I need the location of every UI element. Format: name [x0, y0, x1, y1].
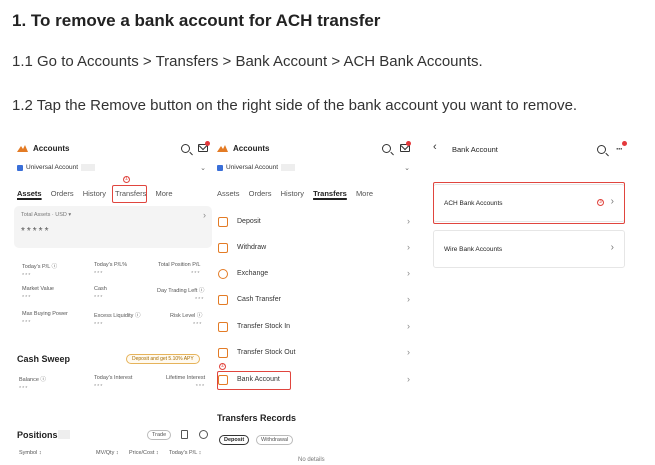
- app-header: ‹ Bank Account ···: [430, 141, 628, 158]
- no-details-text: No details: [298, 457, 325, 463]
- chevron-right-icon: ›: [407, 347, 410, 357]
- step-1-text: 1.1 Go to Accounts > Transfers > Bank Ac…: [12, 53, 483, 70]
- chevron-right-icon: ›: [610, 242, 614, 253]
- records-tab-deposit[interactable]: Deposit: [219, 435, 250, 445]
- moomoo-logo-icon: [217, 145, 228, 152]
- account-label: Universal Account: [226, 164, 279, 172]
- tab-more[interactable]: More: [356, 189, 373, 198]
- header-title: Accounts: [33, 144, 70, 153]
- positions-col-price-cost[interactable]: Price/Cost ↕: [129, 450, 159, 456]
- highlight-transfers-tab: [112, 185, 147, 203]
- account-icon: [217, 164, 223, 171]
- app-header: Accounts: [14, 141, 212, 158]
- total-assets-value: *****: [21, 226, 51, 237]
- stat-todays-pl: Today's P/L ⓘ ***: [22, 264, 58, 279]
- positions-col-todays-pl[interactable]: Today's P/L ↕: [169, 450, 201, 456]
- menu-exchange[interactable]: Exchange ›: [217, 266, 416, 284]
- notification-dot: [622, 141, 627, 146]
- stat-total-position-pl: Total Position P/L ***: [158, 262, 201, 277]
- transfer-stock-out-icon: [218, 348, 228, 358]
- moomoo-logo-icon: [17, 145, 28, 152]
- stat-cash: Cash ***: [94, 286, 107, 301]
- stat-todays-pl-pct: Today's P/L% ***: [94, 262, 128, 277]
- chevron-down-icon: ⌄: [200, 165, 206, 172]
- account-icon: [17, 164, 23, 171]
- notification-dot: [205, 141, 210, 146]
- tab-transfers[interactable]: Transfers: [313, 189, 347, 198]
- notification-dot: [406, 141, 411, 146]
- chevron-right-icon: ›: [407, 294, 410, 304]
- positions-title: Positions: [17, 430, 58, 440]
- chevron-down-icon: ⌄: [404, 165, 410, 172]
- tab-assets[interactable]: Assets: [17, 189, 42, 198]
- search-icon[interactable]: [181, 144, 190, 153]
- account-selector[interactable]: Universal Account ⌄: [17, 164, 212, 174]
- chevron-right-icon: ›: [407, 242, 410, 252]
- search-icon[interactable]: [597, 145, 606, 154]
- total-assets-label: Total Assets · USD ▾: [21, 212, 72, 218]
- records-tab-withdrawal[interactable]: Withdrawal: [256, 435, 294, 445]
- stat-max-buying-power: Max Buying Power ***: [22, 311, 68, 326]
- exchange-icon: [218, 269, 228, 279]
- step-2-text: 1.2 Tap the Remove button on the right s…: [12, 97, 578, 114]
- tab-assets[interactable]: Assets: [217, 189, 240, 198]
- chevron-right-icon: ›: [407, 321, 410, 331]
- cash-sweep-todays-interest: Today's Interest ***: [94, 375, 133, 390]
- account-tabs: Assets Orders History Transfers More: [217, 189, 416, 203]
- stat-market-value: Market Value ***: [22, 286, 54, 301]
- menu-transfer-stock-out[interactable]: Transfer Stock Out ›: [217, 345, 416, 363]
- account-selector[interactable]: Universal Account ⌄: [217, 164, 416, 174]
- menu-cash-transfer[interactable]: Cash Transfer ›: [217, 292, 416, 310]
- more-icon[interactable]: ···: [616, 144, 623, 154]
- stat-excess-liquidity: Excess Liquidity ⓘ ***: [94, 313, 141, 328]
- stat-risk-level: Risk Level ⓘ ***: [170, 313, 203, 328]
- highlight-bank-account: [217, 371, 291, 390]
- menu-transfer-stock-in[interactable]: Transfer Stock In ›: [217, 319, 416, 337]
- cash-sweep-balance: Balance ⓘ ***: [19, 377, 46, 392]
- account-number-masked: [281, 164, 296, 171]
- menu-deposit[interactable]: Deposit ›: [217, 214, 416, 232]
- cash-sweep-badge[interactable]: Deposit and get 5.10% APY: [126, 354, 200, 364]
- highlight-ach-bank-accounts: [433, 182, 625, 224]
- tab-orders[interactable]: Orders: [51, 189, 74, 198]
- stat-day-trading-left: Day Trading Left ⓘ ***: [157, 288, 205, 303]
- menu-withdraw[interactable]: Withdraw ›: [217, 240, 416, 258]
- positions-col-symbol[interactable]: Symbol ↕: [19, 450, 42, 456]
- positions-col-mv-qty[interactable]: MV/Qty ↕: [96, 450, 119, 456]
- step-marker-1: ①: [123, 176, 130, 183]
- tab-orders[interactable]: Orders: [249, 189, 272, 198]
- tab-history[interactable]: History: [281, 189, 304, 198]
- header-title: Accounts: [233, 144, 270, 153]
- chevron-right-icon: ›: [203, 210, 206, 220]
- tab-more[interactable]: More: [156, 189, 173, 198]
- transfer-stock-in-icon: [218, 322, 228, 332]
- app-header: Accounts: [214, 141, 416, 158]
- screen-accounts-assets: Accounts Universal Account ⌄ Assets Orde…: [14, 134, 212, 465]
- document-icon[interactable]: [181, 430, 188, 439]
- step-marker-2: ②: [219, 363, 226, 370]
- chevron-right-icon: ›: [407, 268, 410, 278]
- account-number-masked: [81, 164, 96, 171]
- chevron-right-icon: ›: [407, 216, 410, 226]
- back-arrow-icon[interactable]: ‹: [433, 141, 437, 153]
- transfers-records-title: Transfers Records: [217, 413, 297, 423]
- settings-icon[interactable]: [199, 430, 208, 439]
- deposit-icon: [218, 217, 228, 227]
- screen-accounts-transfers: Accounts Universal Account ⌄ Assets Orde…: [214, 134, 416, 465]
- search-icon[interactable]: [382, 144, 391, 153]
- trade-button[interactable]: Trade: [147, 430, 172, 440]
- total-assets-card[interactable]: Total Assets · USD ▾ ***** ›: [14, 206, 212, 248]
- withdraw-icon: [218, 243, 228, 253]
- instruction-heading: 1. To remove a bank account for ACH tran…: [12, 11, 381, 30]
- screen-bank-account: ‹ Bank Account ··· ACH Bank Accounts ③ ›…: [430, 134, 628, 465]
- account-label: Universal Account: [26, 164, 79, 172]
- tab-history[interactable]: History: [83, 189, 106, 198]
- cash-transfer-icon: [218, 295, 228, 305]
- cash-sweep-lifetime-interest: Lifetime Interest ***: [166, 375, 206, 390]
- wire-bank-accounts-item[interactable]: Wire Bank Accounts ›: [433, 230, 625, 268]
- header-title: Bank Account: [452, 145, 498, 154]
- positions-count-masked: [58, 430, 70, 439]
- chevron-right-icon: ›: [407, 374, 410, 384]
- cash-sweep-title: Cash Sweep: [17, 354, 71, 364]
